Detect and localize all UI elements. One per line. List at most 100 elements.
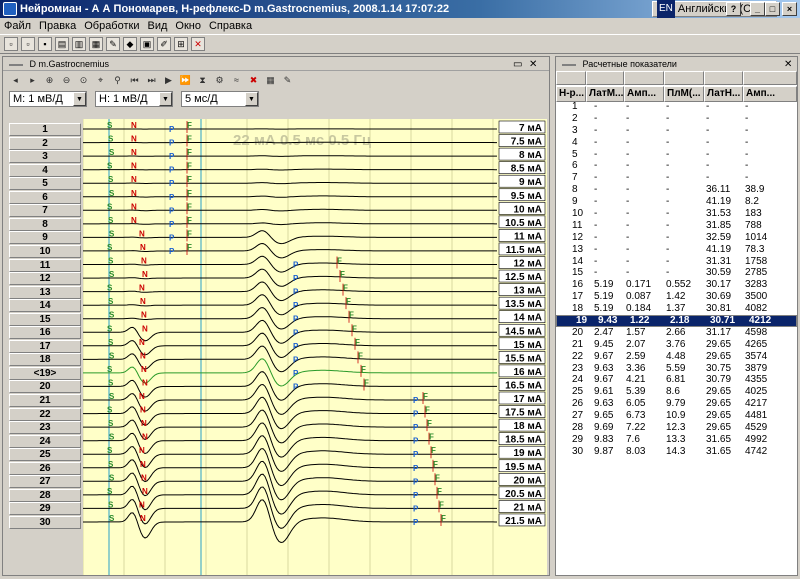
edit-icon[interactable]: ✐ [157, 37, 171, 51]
maximize-button[interactable]: □ [765, 2, 780, 16]
panel-close-icon[interactable]: ✕ [529, 58, 537, 72]
remove-icon[interactable]: ✖ [247, 74, 260, 87]
table-row[interactable]: 10- - -31.53 183 [556, 208, 797, 220]
table-row[interactable]: 9 - - - 41.19 8.2 [556, 196, 797, 208]
table-row[interactable]: 12- - -32.59 1014 [556, 232, 797, 244]
table-row[interactable]: 1 - - - - - [556, 101, 797, 113]
row-number[interactable]: 29 [9, 502, 81, 516]
menu-help[interactable]: Справка [209, 20, 252, 32]
print-preview-icon[interactable]: ▥ [72, 37, 86, 51]
menu-processing[interactable]: Обработки [84, 20, 139, 32]
report-icon[interactable]: ▣ [140, 37, 154, 51]
zoom-in-icon[interactable]: ⊕ [43, 74, 56, 87]
panel-restore-icon[interactable]: ▭ [513, 58, 522, 72]
row-number[interactable]: 22 [9, 407, 81, 421]
row-number[interactable]: 4 [9, 163, 81, 177]
row-number[interactable]: 2 [9, 136, 81, 150]
col-header-area-m[interactable]: ПлМ(... [664, 86, 704, 102]
table-row[interactable]: 30 9.87 8.03 14.3 31.65 4742 [556, 446, 797, 458]
calculator-icon[interactable]: ▦ [264, 74, 277, 87]
row-number[interactable]: 1 [9, 123, 81, 136]
table-row[interactable]: 11- - -31.85 788 [556, 220, 797, 232]
col-header-lat-m[interactable]: ЛатМ... [586, 86, 624, 102]
row-number[interactable]: 15 [9, 312, 81, 326]
table-row[interactable]: 24 9.67 4.21 6.81 30.79 4355 [556, 374, 797, 386]
new-icon[interactable]: ▫ [4, 37, 18, 51]
traces-area[interactable]: 1 2 3 4 5 6 7 8 9 10 11 12 13 14 15 16 17 18 <19> 20 21 22 23 2… [7, 119, 547, 575]
table-row[interactable]: 8 - - - 36.11 38.9 [556, 184, 797, 196]
table-row[interactable]: 22 9.67 2.59 4.48 29.65 3574 [556, 351, 797, 363]
table-row[interactable]: 26 9.63 6.05 9.79 29.65 4217 [556, 398, 797, 410]
table-row[interactable]: 6 - - - - - [556, 160, 797, 172]
row-number[interactable]: 9 [9, 231, 81, 245]
sort-icon[interactable]: ⧗ [196, 74, 209, 87]
row-number[interactable]: 20 [9, 380, 81, 394]
menu-view[interactable]: Вид [147, 20, 167, 32]
skip-back-icon[interactable]: ⏮ [128, 74, 141, 87]
row-number[interactable]: 11 [9, 258, 81, 272]
delete-icon[interactable]: ✕ [191, 37, 205, 51]
col-header-number[interactable]: Н-р... [556, 86, 586, 102]
table-row[interactable]: 23 9.63 3.36 5.59 30.75 3879 [556, 363, 797, 375]
table-row[interactable]: 7 - - - - - [556, 172, 797, 184]
print-icon[interactable]: ▤ [55, 37, 69, 51]
menu-file[interactable]: Файл [4, 20, 31, 32]
table-row[interactable]: 17 5.19 0.087 1.42 30.69 3500 [556, 291, 797, 303]
play-icon[interactable]: ▶ [162, 74, 175, 87]
row-number[interactable]: 25 [9, 448, 81, 462]
minimize-button[interactable]: _ [750, 2, 765, 16]
row-number[interactable]: 24 [9, 434, 81, 448]
zoom-out-icon[interactable]: ⊖ [60, 74, 73, 87]
row-number[interactable]: 30 [9, 515, 81, 529]
table-row[interactable]: 29 9.83 7.6 13.3 31.65 4992 [556, 434, 797, 446]
row-number[interactable]: 5 [9, 177, 81, 191]
row-number[interactable]: 3 [9, 150, 81, 164]
table-row[interactable]: 15- - -30.59 2785 [556, 267, 797, 279]
table-row[interactable]: 2 - - - - - [556, 113, 797, 125]
chevron-down-icon[interactable]: ▼ [159, 92, 172, 106]
pin-icon[interactable]: ⚲ [111, 74, 124, 87]
table-row[interactable]: 13- - -41.19 78.3 [556, 244, 797, 256]
open-icon[interactable]: ▫ [21, 37, 35, 51]
skip-forward-icon[interactable]: ⏭ [145, 74, 158, 87]
help-button[interactable]: ? [726, 2, 741, 16]
h-scale-select[interactable]: H: 1 мВ/Д ▼ [95, 91, 173, 107]
row-number[interactable]: 13 [9, 285, 81, 299]
row-number[interactable]: 26 [9, 461, 81, 475]
table-row[interactable]: 18 5.19 0.184 1.37 30.81 4082 [556, 303, 797, 315]
row-number[interactable]: 12 [9, 272, 81, 286]
row-number[interactable]: 8 [9, 217, 81, 231]
col-header-lat-h[interactable]: ЛатН... [704, 86, 743, 102]
table-row[interactable]: 20 2.47 1.57 2.66 31.17 4598 [556, 327, 797, 339]
cursor-icon[interactable]: ⌖ [94, 74, 107, 87]
row-number[interactable]: 18 [9, 353, 81, 367]
report-edit-icon[interactable]: ✎ [281, 74, 294, 87]
table-row[interactable]: 3 - - - - - [556, 125, 797, 137]
row-number[interactable]: 27 [9, 475, 81, 489]
row-number[interactable]: 21 [9, 394, 81, 407]
export-icon[interactable]: ▦ [89, 37, 103, 51]
row-number[interactable]: 17 [9, 339, 81, 353]
layout-icon[interactable]: ⊞ [174, 37, 188, 51]
settings-icon[interactable]: ⚙ [213, 74, 226, 87]
tools-icon[interactable]: ✎ [106, 37, 120, 51]
fast-forward-icon[interactable]: ⏩ [179, 74, 192, 87]
chevron-down-icon[interactable]: ▼ [73, 92, 86, 106]
table-row[interactable]: 4 - - - - - [556, 137, 797, 149]
menu-edit[interactable]: Правка [39, 20, 76, 32]
row-number[interactable]: 7 [9, 204, 81, 218]
col-header-amp-h[interactable]: Амп... [743, 86, 797, 102]
table-row[interactable]: 14- - -31.31 1758 [556, 256, 797, 268]
table-row[interactable]: 19 9.43 1.22 2.18 30.71 4212 [556, 315, 797, 327]
zoom-fit-icon[interactable]: ⊙ [77, 74, 90, 87]
table-row[interactable]: 5 - - - - - [556, 149, 797, 161]
menu-window[interactable]: Окно [175, 20, 201, 32]
panel-close-icon[interactable]: ✕ [784, 58, 792, 72]
row-number[interactable]: 23 [9, 421, 81, 435]
table-row[interactable]: 16 5.19 0.171 0.552 30.17 3283 [556, 279, 797, 291]
stamp-icon[interactable]: ◆ [123, 37, 137, 51]
time-scale-select[interactable]: 5 мс/Д ▼ [181, 91, 259, 107]
table-row[interactable]: 28 9.69 7.22 12.3 29.65 4529 [556, 422, 797, 434]
row-number[interactable]: 6 [9, 190, 81, 204]
close-button[interactable]: × [782, 2, 797, 16]
